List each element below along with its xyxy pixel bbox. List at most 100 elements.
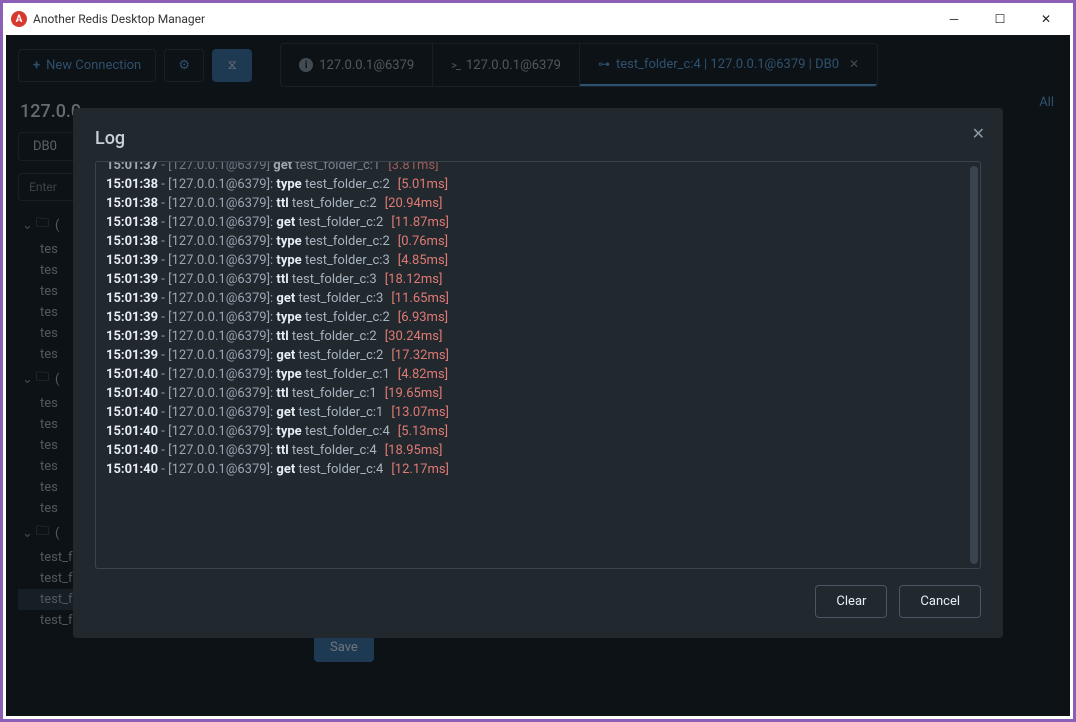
- log-timestamp: 15:01:39: [106, 329, 158, 344]
- log-duration: [17.32ms]: [391, 348, 449, 363]
- log-entry: 15:01:40 - [127.0.0.1@6379]: type test_f…: [106, 422, 970, 441]
- log-command: ttl: [276, 272, 288, 287]
- log-key: test_folder_c:1: [295, 161, 380, 173]
- log-key: test_folder_c:4: [299, 462, 384, 477]
- log-timestamp: 15:01:40: [106, 367, 158, 382]
- log-timestamp: 15:01:38: [106, 215, 158, 230]
- log-command: get: [276, 462, 295, 477]
- log-duration: [13.07ms]: [391, 405, 449, 420]
- log-host: [127.0.0.1@6379]:: [168, 253, 273, 268]
- log-command: get: [276, 348, 295, 363]
- window-close-button[interactable]: ✕: [1023, 4, 1069, 34]
- log-command: type: [276, 177, 301, 192]
- log-timestamp: 15:01:39: [106, 253, 158, 268]
- log-key: test_folder_c:1: [299, 405, 384, 420]
- log-duration: [6.93ms]: [398, 310, 448, 325]
- log-entry: 15:01:39 - [127.0.0.1@6379]: ttl test_fo…: [106, 327, 970, 346]
- log-entry: 15:01:38 - [127.0.0.1@6379]: ttl test_fo…: [106, 194, 970, 213]
- log-key: test_folder_c:4: [305, 424, 390, 439]
- log-host: [127.0.0.1@6379]:: [168, 405, 273, 420]
- log-timestamp: 15:01:38: [106, 234, 158, 249]
- log-command: ttl: [276, 329, 288, 344]
- log-timestamp: 15:01:40: [106, 386, 158, 401]
- log-host: [127.0.0.1@6379]:: [168, 310, 273, 325]
- log-duration: [5.01ms]: [398, 177, 448, 192]
- log-host: [127.0.0.1@6379]:: [168, 234, 273, 249]
- log-key: test_folder_c:2: [305, 310, 390, 325]
- log-key: test_folder_c:2: [305, 177, 390, 192]
- log-key: test_folder_c:2: [299, 348, 384, 363]
- log-command: get: [273, 161, 292, 173]
- log-entry: 15:01:40 - [127.0.0.1@6379]: ttl test_fo…: [106, 441, 970, 460]
- log-key: test_folder_c:3: [292, 272, 377, 287]
- log-entry: 15:01:37 - [127.0.0.1@6379] get test_fol…: [106, 161, 970, 175]
- log-timestamp: 15:01:39: [106, 310, 158, 325]
- log-host: [127.0.0.1@6379]:: [168, 177, 273, 192]
- log-timestamp: 15:01:39: [106, 348, 158, 363]
- log-host: [127.0.0.1@6379]:: [168, 443, 273, 458]
- log-timestamp: 15:01:37: [106, 161, 158, 173]
- log-key: test_folder_c:2: [299, 215, 384, 230]
- log-key: test_folder_c:3: [299, 291, 384, 306]
- log-timestamp: 15:01:40: [106, 443, 158, 458]
- log-entry: 15:01:39 - [127.0.0.1@6379]: get test_fo…: [106, 289, 970, 308]
- window-maximize-button[interactable]: ☐: [977, 4, 1023, 34]
- log-duration: [12.17ms]: [391, 462, 449, 477]
- modal-overlay: Log ✕ 15:01:37 - [127.0.0.1@6379] get te…: [6, 35, 1070, 716]
- log-command: type: [276, 253, 301, 268]
- log-key: test_folder_c:2: [292, 196, 377, 211]
- log-duration: [20.94ms]: [385, 196, 443, 211]
- window-title: Another Redis Desktop Manager: [33, 12, 931, 26]
- log-host: [127.0.0.1@6379]:: [168, 386, 273, 401]
- log-command: get: [276, 215, 295, 230]
- log-duration: [18.12ms]: [385, 272, 443, 287]
- log-host: [127.0.0.1@6379]:: [168, 462, 273, 477]
- log-timestamp: 15:01:40: [106, 462, 158, 477]
- modal-close-button[interactable]: ✕: [972, 124, 985, 143]
- log-host: [127.0.0.1@6379]:: [168, 215, 273, 230]
- log-entry: 15:01:38 - [127.0.0.1@6379]: type test_f…: [106, 232, 970, 251]
- log-duration: [0.76ms]: [398, 234, 448, 249]
- log-command: type: [276, 424, 301, 439]
- log-host: [127.0.0.1@6379]:: [168, 329, 273, 344]
- log-command: ttl: [276, 386, 288, 401]
- log-duration: [4.85ms]: [398, 253, 448, 268]
- log-entry: 15:01:40 - [127.0.0.1@6379]: type test_f…: [106, 365, 970, 384]
- log-host: [127.0.0.1@6379]:: [168, 424, 273, 439]
- log-timestamp: 15:01:38: [106, 196, 158, 211]
- log-key: test_folder_c:3: [305, 253, 390, 268]
- log-timestamp: 15:01:38: [106, 177, 158, 192]
- log-key: test_folder_c:1: [305, 367, 390, 382]
- cancel-button[interactable]: Cancel: [899, 585, 981, 618]
- log-entry: 15:01:39 - [127.0.0.1@6379]: type test_f…: [106, 251, 970, 270]
- log-output[interactable]: 15:01:37 - [127.0.0.1@6379] get test_fol…: [95, 161, 981, 569]
- log-command: ttl: [276, 196, 288, 211]
- log-host: [127.0.0.1@6379]: [168, 161, 270, 173]
- log-command: type: [276, 310, 301, 325]
- window-minimize-button[interactable]: ─: [931, 4, 977, 34]
- log-entry: 15:01:39 - [127.0.0.1@6379]: type test_f…: [106, 308, 970, 327]
- log-command: type: [276, 367, 301, 382]
- log-scrollbar[interactable]: [970, 166, 978, 564]
- log-duration: [11.87ms]: [391, 215, 449, 230]
- clear-button[interactable]: Clear: [815, 585, 887, 618]
- log-host: [127.0.0.1@6379]:: [168, 272, 273, 287]
- log-entry: 15:01:40 - [127.0.0.1@6379]: ttl test_fo…: [106, 384, 970, 403]
- log-timestamp: 15:01:40: [106, 405, 158, 420]
- log-command: get: [276, 291, 295, 306]
- log-entry: 15:01:38 - [127.0.0.1@6379]: type test_f…: [106, 175, 970, 194]
- log-command: get: [276, 405, 295, 420]
- modal-title: Log: [95, 128, 981, 149]
- log-command: type: [276, 234, 301, 249]
- log-host: [127.0.0.1@6379]:: [168, 196, 273, 211]
- log-duration: [11.65ms]: [391, 291, 449, 306]
- log-entry: 15:01:40 - [127.0.0.1@6379]: get test_fo…: [106, 403, 970, 422]
- log-host: [127.0.0.1@6379]:: [168, 348, 273, 363]
- log-key: test_folder_c:4: [292, 443, 377, 458]
- log-timestamp: 15:01:39: [106, 272, 158, 287]
- log-entry: 15:01:40 - [127.0.0.1@6379]: get test_fo…: [106, 460, 970, 479]
- log-duration: [30.24ms]: [385, 329, 443, 344]
- log-duration: [5.13ms]: [398, 424, 448, 439]
- log-duration: [4.82ms]: [398, 367, 448, 382]
- window-titlebar: A Another Redis Desktop Manager ─ ☐ ✕: [3, 3, 1073, 35]
